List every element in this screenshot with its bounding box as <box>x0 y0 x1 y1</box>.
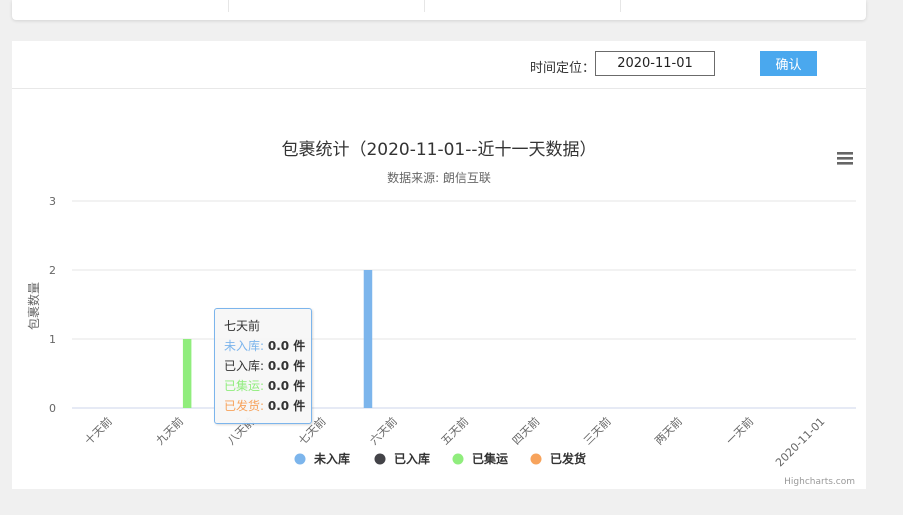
legend-item-label: 已发货 <box>550 451 586 466</box>
chart-card: 时间定位： 确认 包裹统计（2020-11-01--近十一天数据） 数据来源: … <box>12 41 866 489</box>
legend: 未入库 已入库 已集运 已发货 <box>294 451 586 466</box>
tooltip-series-name: 已入库: <box>224 359 265 373</box>
tooltip-row: 已发货: 0.0 件 <box>224 397 311 417</box>
tooltip-row: 已集运: 0.0 件 <box>224 377 311 397</box>
menu-icon-line <box>837 162 853 165</box>
menu-icon[interactable] <box>837 152 853 165</box>
legend-marker <box>294 453 306 465</box>
tooltip-value: 0.0 件 <box>267 379 306 393</box>
tooltip-series-name: 已发货: <box>224 399 265 413</box>
tooltip-value: 0.0 件 <box>267 399 306 413</box>
tooltip-value: 0.0 件 <box>267 339 306 353</box>
summary-card <box>12 0 866 20</box>
y-tick-label: 3 <box>49 195 56 208</box>
bar <box>182 339 192 408</box>
tooltip-series-name: 未入库: <box>224 339 265 353</box>
y-axis-title: 包裹数量 <box>26 282 41 330</box>
x-tick-label: 两天前 <box>652 414 685 447</box>
y-tick-label: 1 <box>49 333 56 346</box>
x-tick-label: 六天前 <box>367 414 400 447</box>
tooltip-header: 七天前 <box>224 319 261 333</box>
date-filter-bar: 时间定位： 确认 <box>12 41 866 89</box>
chart-tooltip: 七天前 未入库: 0.0 件 已入库: 0.0 件 已集运: 0.0 件 已发货… <box>214 308 312 424</box>
chart-title: 包裹统计（2020-11-01--近十一天数据） <box>281 140 596 160</box>
y-tick-label: 0 <box>49 402 56 415</box>
date-input[interactable] <box>595 51 715 76</box>
credits-link[interactable]: Highcharts.com <box>784 477 855 487</box>
x-tick-label: 一天前 <box>723 414 756 447</box>
tooltip-row: 未入库: 0.0 件 <box>224 337 311 357</box>
legend-item-label: 已集运 <box>472 451 508 466</box>
chart-subtitle: 数据来源: 朗信互联 <box>387 170 491 185</box>
tooltip-row: 已入库: 0.0 件 <box>224 357 311 377</box>
summary-divider <box>620 0 621 12</box>
tooltip-value: 0.0 件 <box>267 359 306 373</box>
package-chart: 包裹统计（2020-11-01--近十一天数据） 数据来源: 朗信互联 包裹数量… <box>26 140 856 487</box>
date-filter-label: 时间定位： <box>530 61 596 76</box>
legend-marker <box>374 453 386 465</box>
legend-item-label: 未入库 <box>313 451 350 466</box>
x-tick-label: 三天前 <box>580 414 613 447</box>
x-tick-label: 九天前 <box>153 414 186 447</box>
summary-divider <box>228 0 229 12</box>
bar <box>363 270 373 408</box>
y-axis-ticks: 0 1 2 3 <box>49 195 56 415</box>
x-tick-label: 四天前 <box>509 414 542 447</box>
legend-marker <box>452 453 464 465</box>
tooltip-series-name: 已集运: <box>224 379 265 393</box>
legend-item-label: 已入库 <box>394 451 430 466</box>
menu-icon-line <box>837 152 853 155</box>
legend-marker <box>530 453 542 465</box>
confirm-button[interactable]: 确认 <box>760 51 817 76</box>
y-tick-label: 2 <box>49 264 56 277</box>
x-tick-label: 十天前 <box>82 414 115 447</box>
summary-divider <box>424 0 425 12</box>
x-tick-label: 2020-11-01 <box>773 415 827 469</box>
menu-icon-line <box>837 157 853 160</box>
x-tick-label: 五天前 <box>438 414 471 447</box>
